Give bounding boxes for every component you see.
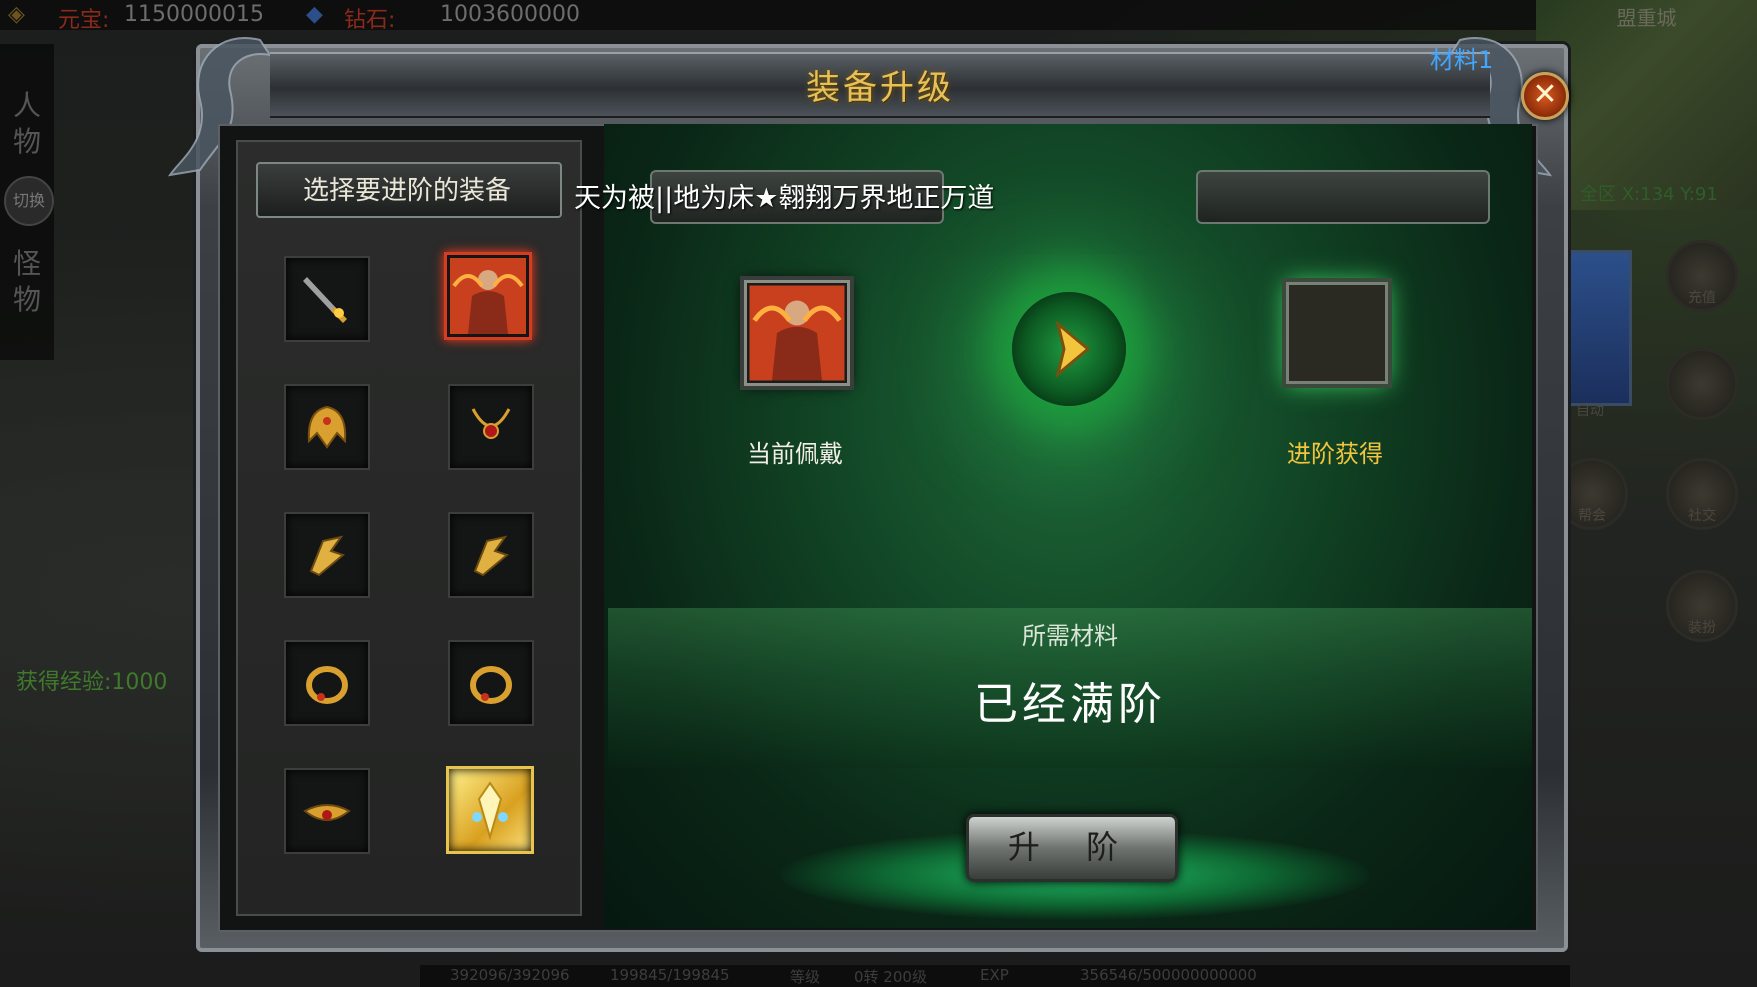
arrow-right-icon — [1055, 319, 1091, 379]
ring-icon — [306, 666, 348, 704]
equipment-slot-belt[interactable] — [284, 768, 370, 854]
current-item-name: 天为被||地为床★翱翔万界地正万道 — [574, 183, 995, 214]
diamond-icon: ◆ — [306, 2, 323, 27]
yuanbao-label: 元宝: — [58, 8, 110, 33]
helmet-icon — [307, 405, 347, 449]
current-item-caption: 当前佩戴 — [747, 440, 843, 468]
monster-tab-char-1[interactable]: 怪 — [0, 242, 54, 282]
ingot-icon: ◈ — [8, 2, 25, 27]
character-tab-char-2[interactable]: 物 — [0, 120, 54, 160]
bracelet-icon — [473, 535, 510, 577]
equipment-slot-bracelet-right[interactable] — [448, 512, 534, 598]
upgrade-arrow-orb — [1012, 292, 1126, 406]
level-label: 等级 — [790, 968, 821, 986]
status-bar: 392096/392096 199845/199845 等级 0转 200级 E… — [420, 965, 1570, 987]
select-equipment-title: 选择要进阶的装备 — [302, 176, 511, 206]
armor-portrait-icon — [749, 285, 845, 381]
equipment-slot-ring-left[interactable] — [284, 640, 370, 726]
diamond-value: 1003600000 — [440, 2, 580, 27]
current-item-frame[interactable] — [744, 280, 850, 386]
auto-label[interactable]: 自动 — [1576, 400, 1604, 420]
equipment-slot-sword[interactable] — [284, 256, 370, 342]
exp-label: EXP — [980, 966, 1009, 984]
equipment-slot-gem[interactable] — [446, 766, 534, 854]
recharge-button[interactable]: 充值 — [1666, 240, 1738, 312]
equipment-slot-ring-right[interactable] — [448, 640, 534, 726]
minimap[interactable] — [1536, 0, 1757, 210]
equipment-slot-necklace[interactable] — [448, 384, 534, 470]
bracelet-icon — [309, 535, 346, 577]
result-item-frame[interactable] — [1286, 282, 1388, 384]
ring-icon — [470, 666, 512, 704]
diamond-label: 钻石: — [344, 8, 396, 33]
upgrade-preview-panel — [604, 124, 1532, 928]
result-item-caption: 进阶获得 — [1287, 440, 1383, 468]
character-tab-char-1[interactable]: 人 — [0, 84, 54, 124]
belt-icon — [303, 804, 351, 821]
equipment-slot-bracelet-left[interactable] — [284, 512, 370, 598]
close-button[interactable]: ✕ — [1521, 72, 1569, 120]
materials-link[interactable]: 材料1 — [1430, 40, 1493, 75]
exp-value: 356546/500000000000 — [1080, 966, 1257, 984]
gem-icon — [472, 781, 508, 841]
map-coordinates: 全区 X:134 Y:91 — [1580, 184, 1718, 205]
level-value: 0转 200级 — [854, 968, 927, 986]
exp-gain-text: 获得经验:1000 — [16, 670, 168, 695]
result-item-name-frame — [1196, 170, 1490, 224]
diamond-menu-button[interactable] — [1666, 348, 1738, 420]
upgrade-button[interactable]: 升 阶 — [966, 814, 1178, 882]
materials-label: 所需材料 — [1022, 622, 1118, 650]
social-button[interactable]: 社交 — [1666, 458, 1738, 530]
sword-icon — [303, 277, 347, 323]
switch-button[interactable]: 切换 — [4, 176, 54, 226]
hp-value: 392096/392096 — [450, 966, 570, 984]
monster-tab-char-2[interactable]: 物 — [0, 278, 54, 318]
necklace-icon — [471, 408, 511, 439]
equipment-slot-armor[interactable] — [444, 252, 532, 340]
dialog-title: 装备升级 — [806, 68, 954, 108]
dress-button[interactable]: 装扮 — [1666, 570, 1738, 642]
map-name: 盟重城 — [1616, 6, 1677, 30]
armor-portrait-icon — [450, 258, 526, 334]
equipment-slot-helmet[interactable] — [284, 384, 370, 470]
max-level-text: 已经满阶 — [974, 679, 1166, 730]
mp-value: 199845/199845 — [610, 966, 730, 984]
